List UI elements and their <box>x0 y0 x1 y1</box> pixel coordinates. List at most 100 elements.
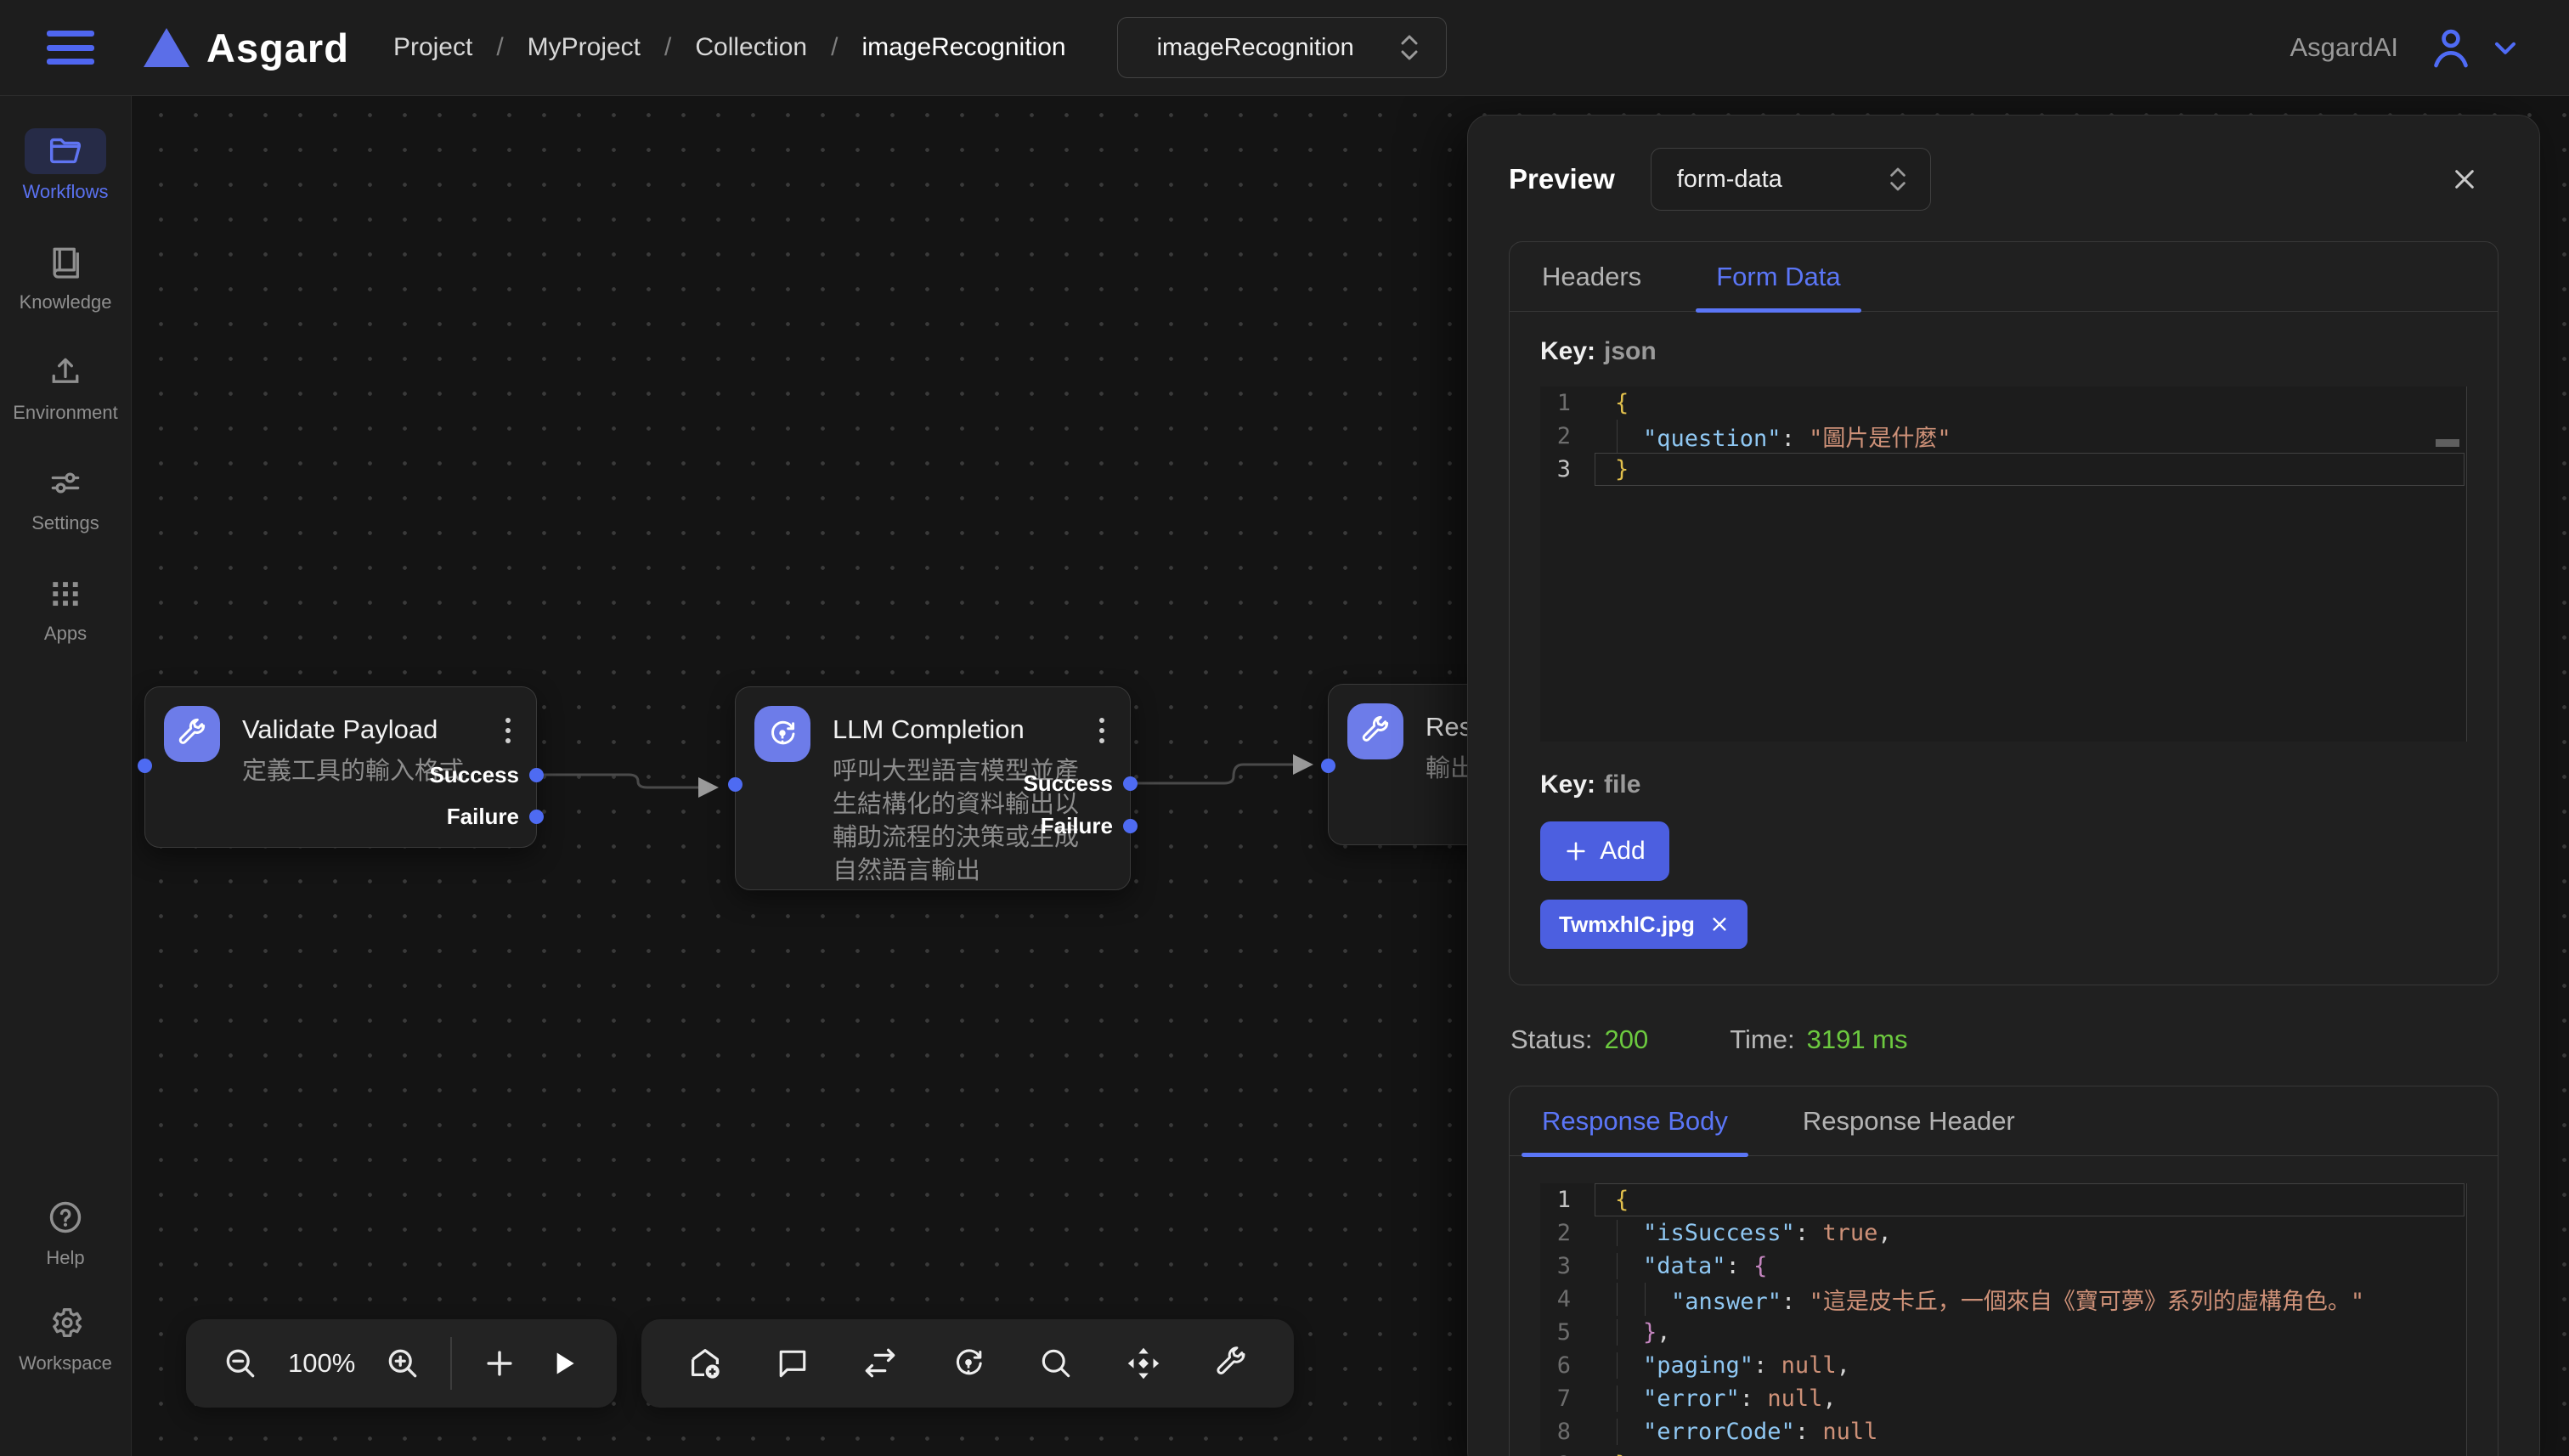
sidebar-item-help[interactable]: Help <box>25 1194 106 1269</box>
close-icon[interactable] <box>2451 166 2478 193</box>
status-label: Status: <box>1510 1024 1593 1055</box>
port-label-success: Success <box>1023 770 1113 797</box>
brand-name: Asgard <box>206 25 349 71</box>
code-line: 3} <box>1540 453 2466 486</box>
code-line: 4"answer": "這是皮卡丘，一個來自《寶可夢》系列的虛構角色。" <box>1540 1283 2466 1316</box>
book-icon <box>47 243 84 280</box>
node-menu-kebab-icon[interactable] <box>1094 706 1109 755</box>
tab-headers[interactable]: Headers <box>1542 242 1641 311</box>
input-port[interactable] <box>1321 759 1335 773</box>
panel-title: Preview <box>1509 163 1615 195</box>
workflow-select[interactable]: imageRecognition <box>1117 17 1447 78</box>
breadcrumb-project[interactable]: Project <box>393 33 472 62</box>
tab-form-data[interactable]: Form Data <box>1716 242 1840 311</box>
output-port-success[interactable] <box>529 768 544 782</box>
comment-icon[interactable] <box>774 1345 811 1382</box>
llm-icon[interactable] <box>949 1344 988 1383</box>
breadcrumb-separator: / <box>664 33 671 62</box>
swap-arrows-icon[interactable] <box>861 1344 900 1383</box>
app-root: Asgard Project / MyProject / Collection … <box>0 0 2569 1456</box>
add-file-button[interactable]: Add <box>1540 821 1669 881</box>
wrench-icon <box>164 706 220 762</box>
grid-dots-icon <box>47 574 84 612</box>
json-code-editor[interactable]: 1{2"question": "圖片是什麼"3} <box>1540 387 2467 742</box>
breadcrumb-separator: / <box>831 33 838 62</box>
add-node-icon[interactable] <box>686 1344 725 1383</box>
sidebar-label: Help <box>46 1247 84 1269</box>
node-title: LLM Completion <box>833 714 1094 745</box>
gear-icon <box>46 1303 85 1342</box>
question-circle-icon <box>46 1198 85 1237</box>
search-icon[interactable] <box>1037 1345 1075 1382</box>
sidebar-label: Workflows <box>22 181 108 203</box>
plus-icon <box>1564 839 1588 863</box>
preview-mode-select[interactable]: form-data <box>1651 148 1931 211</box>
editor-scrollbar-thumb[interactable] <box>2436 439 2459 447</box>
file-key-label: Key:file <box>1540 770 2467 799</box>
user-avatar-icon[interactable] <box>2427 24 2475 71</box>
node-title: Validate Payload <box>242 714 500 745</box>
folder-icon <box>46 132 85 171</box>
port-label-failure: Failure <box>447 804 519 830</box>
remove-file-icon[interactable] <box>1710 915 1729 934</box>
play-icon[interactable] <box>547 1346 581 1380</box>
user-menu-chevron-icon[interactable] <box>2488 31 2522 65</box>
sidebar-label: Workspace <box>19 1352 112 1374</box>
sidebar-item-workflows[interactable]: Workflows <box>22 128 108 203</box>
breadcrumb-workflow[interactable]: imageRecognition <box>861 33 1065 62</box>
add-icon[interactable] <box>481 1345 518 1382</box>
output-port-failure[interactable] <box>1123 819 1138 833</box>
hamburger-menu-icon[interactable] <box>47 29 94 66</box>
input-port[interactable] <box>138 759 152 773</box>
response-card: Response Body Response Header 1{2"isSucc… <box>1509 1086 2498 1456</box>
sidebar-item-workspace[interactable]: Workspace <box>19 1300 112 1374</box>
sidebar-label: Environment <box>13 402 118 424</box>
breadcrumb-collection[interactable]: Collection <box>695 33 807 62</box>
tab-response-body[interactable]: Response Body <box>1542 1086 1728 1155</box>
node-menu-kebab-icon[interactable] <box>500 706 516 755</box>
node-validate-payload[interactable]: Validate Payload 定義工具的輸入格式 Success Failu… <box>144 686 537 848</box>
canvas-toolbar <box>641 1319 1294 1408</box>
time-value: 3191 ms <box>1807 1024 1908 1055</box>
sidebar-item-environment[interactable]: Environment <box>13 349 118 424</box>
sidebar-label: Settings <box>31 512 99 534</box>
sliders-icon <box>47 464 84 501</box>
zoom-in-icon[interactable] <box>384 1345 421 1382</box>
toolbar-divider <box>450 1337 452 1390</box>
response-code-editor[interactable]: 1{2"isSuccess": true,3"data": {4"answer"… <box>1540 1183 2467 1456</box>
breadcrumb-myproject[interactable]: MyProject <box>528 33 641 62</box>
request-tabs: Headers Form Data <box>1510 242 2498 312</box>
wrench-icon[interactable] <box>1212 1345 1250 1382</box>
code-line: 1{ <box>1540 1183 2466 1216</box>
node-llm-completion[interactable]: LLM Completion 呼叫大型語言模型並產生結構化的資料輸出以輔助流程的… <box>735 686 1131 890</box>
time-label: Time: <box>1730 1024 1794 1055</box>
sidebar-item-knowledge[interactable]: Knowledge <box>20 239 112 313</box>
preview-panel-header: Preview form-data <box>1509 148 2498 211</box>
json-key-label: Key:json <box>1540 337 2467 366</box>
request-card: Headers Form Data Key:json 1{2"question"… <box>1509 241 2498 985</box>
preview-mode-value: form-data <box>1677 166 1782 194</box>
zoom-level: 100% <box>288 1348 355 1379</box>
file-chip[interactable]: TwmxhIC.jpg <box>1540 900 1747 949</box>
code-line: 2"isSuccess": true, <box>1540 1216 2466 1250</box>
sidebar-item-settings[interactable]: Settings <box>25 460 106 534</box>
tab-response-header[interactable]: Response Header <box>1803 1086 2015 1155</box>
sidebar-item-apps[interactable]: Apps <box>25 570 106 645</box>
fit-view-icon[interactable] <box>1124 1344 1163 1383</box>
code-line: 1{ <box>1540 387 2466 420</box>
sidebar: Workflows Knowledge Environment Settings… <box>0 96 132 1456</box>
zoom-out-icon[interactable] <box>222 1345 259 1382</box>
output-port-success[interactable] <box>1123 776 1138 791</box>
breadcrumb: Project / MyProject / Collection / image… <box>393 33 1066 62</box>
asgard-logo-icon <box>144 28 189 67</box>
wrench-icon <box>1347 703 1403 759</box>
sidebar-label: Knowledge <box>20 291 112 313</box>
port-label-failure: Failure <box>1041 813 1113 839</box>
input-port[interactable] <box>728 777 742 792</box>
status-code: 200 <box>1605 1024 1649 1055</box>
breadcrumb-separator: / <box>496 33 503 62</box>
workflow-select-value: imageRecognition <box>1157 34 1354 62</box>
preview-panel: Preview form-data Headers Form Data Key:… <box>1467 115 2540 1456</box>
code-line: 3"data": { <box>1540 1250 2466 1283</box>
output-port-failure[interactable] <box>529 810 544 824</box>
